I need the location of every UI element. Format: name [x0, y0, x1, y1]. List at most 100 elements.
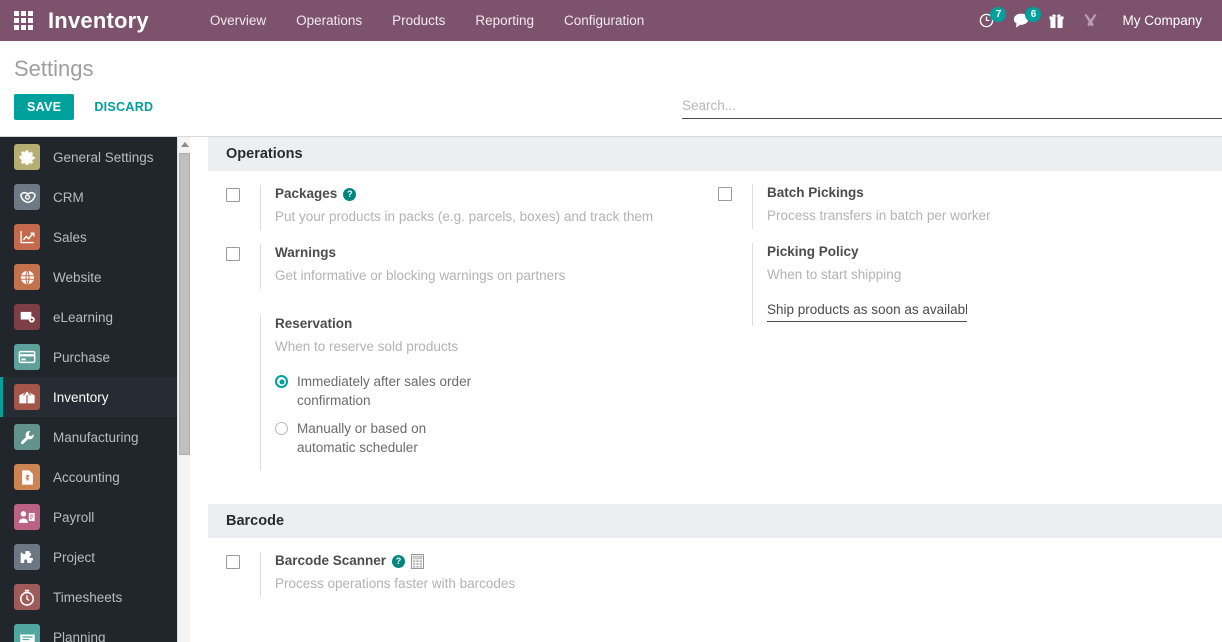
- menu-item-products[interactable]: Products: [377, 0, 460, 41]
- chart-up-icon: [14, 224, 40, 250]
- barcode-left-column: Barcode Scanner ? Process operations fas…: [208, 538, 700, 597]
- sidebar-item-label: General Settings: [53, 149, 154, 165]
- section-header-operations: Operations: [208, 137, 1222, 171]
- wrench-tools-icon[interactable]: [1075, 0, 1106, 41]
- sidebar-item-label: Inventory: [53, 389, 109, 405]
- search-container: [682, 96, 1222, 119]
- operations-left-column: Packages ? Put your products in packs (e…: [208, 171, 700, 470]
- sidebar-item-label: CRM: [53, 189, 84, 205]
- sidebar-item-label: Planning: [53, 629, 106, 642]
- gift-icon[interactable]: [1042, 0, 1071, 41]
- app-brand-title[interactable]: Inventory: [48, 8, 149, 34]
- sidebar-item-crm[interactable]: CRM: [0, 177, 177, 217]
- operations-right-column: Batch Pickings Process transfers in batc…: [700, 171, 1192, 470]
- top-navbar: Inventory Overview Operations Products R…: [0, 0, 1222, 41]
- box-icon: [14, 384, 40, 410]
- sidebar-item-label: Accounting: [53, 469, 120, 485]
- barcode-scanner-label: Barcode Scanner: [275, 553, 387, 568]
- menu-item-overview[interactable]: Overview: [195, 0, 281, 41]
- warnings-description: Get informative or blocking warnings on …: [275, 268, 566, 283]
- radio-manually-label: Manually or based on automatic scheduler: [297, 421, 427, 455]
- employee-icon: [14, 504, 40, 530]
- packages-title-row: Packages ?: [275, 185, 653, 203]
- sidebar-item-planning[interactable]: Planning: [0, 617, 177, 642]
- batch-pickings-checkbox[interactable]: [718, 187, 732, 201]
- warnings-checkbox[interactable]: [226, 247, 240, 261]
- sidebar-item-sales[interactable]: Sales: [0, 217, 177, 257]
- reservation-body: Reservation When to reserve sold product…: [260, 315, 477, 470]
- reservation-option-manually[interactable]: Manually or based on automatic scheduler: [275, 419, 477, 457]
- menu-item-reporting[interactable]: Reporting: [460, 0, 549, 41]
- sidebar-item-purchase[interactable]: Purchase: [0, 337, 177, 377]
- sidebar-item-website[interactable]: Website: [0, 257, 177, 297]
- discard-button[interactable]: DISCARD: [82, 94, 165, 120]
- settings-sidebar: General Settings CRM Sales Website eLear…: [0, 137, 177, 642]
- reservation-radio-group: Immediately after sales order confirmati…: [275, 372, 477, 457]
- chat-bubble-icon[interactable]: 6: [1006, 0, 1042, 41]
- warnings-title-row: Warnings: [275, 244, 565, 262]
- radio-immediately-label: Immediately after sales order confirmati…: [297, 374, 472, 408]
- picking-policy-label: Picking Policy: [767, 244, 859, 259]
- sidebar-item-label: Purchase: [53, 349, 111, 365]
- setting-barcode-scanner: Barcode Scanner ? Process operations fas…: [208, 538, 700, 597]
- apps-grid-icon[interactable]: [12, 10, 34, 32]
- section-body-barcode: Barcode Scanner ? Process operations fas…: [190, 538, 1222, 597]
- sidebar-item-manufacturing[interactable]: Manufacturing: [0, 417, 177, 457]
- invoice-icon: [14, 464, 40, 490]
- gear-icon: [14, 144, 40, 170]
- batch-pickings-label: Batch Pickings: [767, 185, 864, 200]
- packages-checkbox[interactable]: [226, 188, 240, 202]
- calendar-icon: [14, 624, 40, 642]
- sidebar-item-payroll[interactable]: Payroll: [0, 497, 177, 537]
- activity-clock-icon[interactable]: 7: [971, 0, 1007, 41]
- company-switcher[interactable]: My Company: [1106, 0, 1212, 41]
- barcode-scanner-title-row: Barcode Scanner ?: [275, 552, 515, 570]
- sidebar-item-label: Manufacturing: [53, 429, 139, 445]
- search-input[interactable]: [682, 96, 1222, 119]
- batch-pickings-title-row: Batch Pickings: [767, 184, 991, 202]
- reservation-title-row: Reservation: [275, 315, 477, 333]
- sidebar-item-label: Project: [53, 549, 96, 565]
- menu-item-operations[interactable]: Operations: [281, 0, 377, 41]
- stopwatch-icon: [14, 584, 40, 610]
- save-button[interactable]: SAVE: [14, 94, 75, 120]
- packages-label: Packages: [275, 186, 338, 201]
- section-body-operations: Packages ? Put your products in packs (e…: [190, 171, 1222, 504]
- wrench-icon: [14, 424, 40, 450]
- help-icon[interactable]: ?: [392, 554, 406, 568]
- help-icon[interactable]: ?: [343, 187, 357, 201]
- setting-picking-policy: Picking Policy When to start shipping Sh…: [700, 229, 1192, 326]
- section-header-barcode: Barcode: [208, 504, 1222, 538]
- card-icon: [14, 344, 40, 370]
- globe-icon: [14, 264, 40, 290]
- radio-immediately[interactable]: [275, 375, 288, 388]
- activity-badge: 7: [990, 7, 1007, 22]
- sidebar-scrollbar-thumb[interactable]: [179, 153, 190, 455]
- sidebar-scrollbar-track[interactable]: [177, 137, 190, 642]
- main-menu: Overview Operations Products Reporting C…: [195, 0, 659, 41]
- sidebar-item-inventory[interactable]: Inventory: [0, 377, 177, 417]
- barcode-scanner-body: Barcode Scanner ? Process operations fas…: [260, 552, 515, 597]
- sidebar-item-label: Sales: [53, 229, 87, 245]
- picking-policy-select-wrap: Ship products as soon as available When …: [767, 300, 967, 322]
- sidebar-item-label: Timesheets: [53, 589, 123, 605]
- barcode-scanner-checkbox[interactable]: [226, 555, 240, 569]
- reservation-option-immediately[interactable]: Immediately after sales order confirmati…: [275, 372, 477, 410]
- sidebar-item-accounting[interactable]: Accounting: [0, 457, 177, 497]
- sidebar-item-label: eLearning: [53, 309, 114, 325]
- setting-packages: Packages ? Put your products in packs (e…: [208, 171, 700, 230]
- barcode-scanner-description: Process operations faster with barcodes: [275, 576, 516, 591]
- setting-reservation: Reservation When to reserve sold product…: [208, 289, 700, 470]
- sidebar-item-project[interactable]: Project: [0, 537, 177, 577]
- picking-policy-select[interactable]: Ship products as soon as available When …: [767, 300, 967, 322]
- radio-manually[interactable]: [275, 422, 288, 435]
- slides-icon: [14, 304, 40, 330]
- menu-item-configuration[interactable]: Configuration: [549, 0, 659, 41]
- sidebar-item-timesheets[interactable]: Timesheets: [0, 577, 177, 617]
- sidebar-item-general-settings[interactable]: General Settings: [0, 137, 177, 177]
- sidebar-item-elearning[interactable]: eLearning: [0, 297, 177, 337]
- packages-body: Packages ? Put your products in packs (e…: [260, 185, 653, 230]
- action-buttons: SAVE DISCARD: [14, 94, 165, 120]
- barcode-reader-icon[interactable]: [411, 553, 425, 569]
- setting-batch-pickings: Batch Pickings Process transfers in batc…: [700, 171, 1192, 229]
